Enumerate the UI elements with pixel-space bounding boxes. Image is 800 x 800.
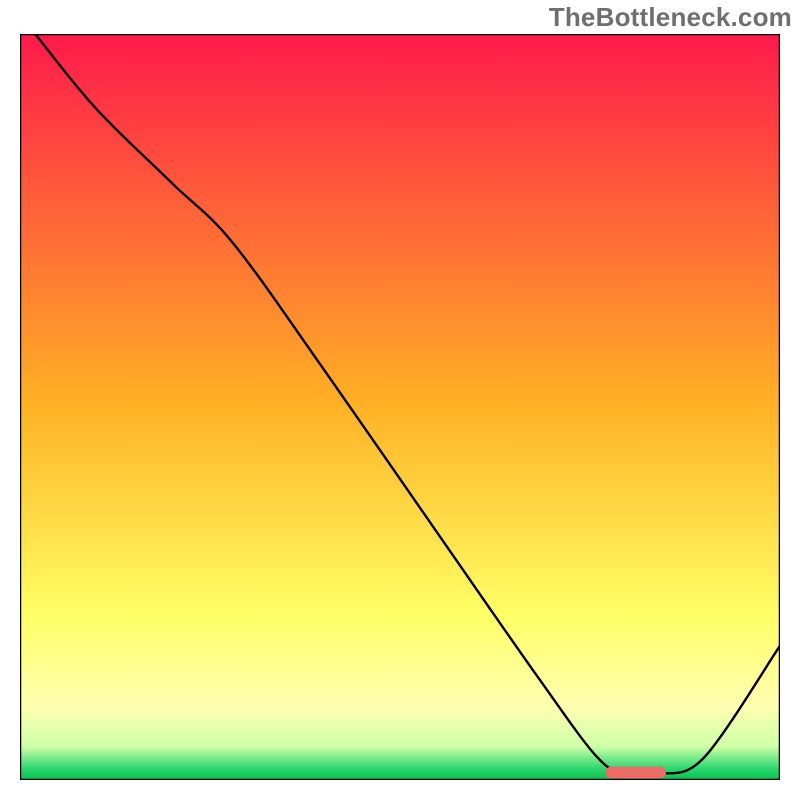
plot-area [20, 34, 780, 780]
optimal-range-marker [605, 767, 666, 779]
watermark-text: TheBottleneck.com [549, 2, 792, 33]
chart-svg [20, 34, 780, 780]
chart-stage: TheBottleneck.com [0, 0, 800, 800]
